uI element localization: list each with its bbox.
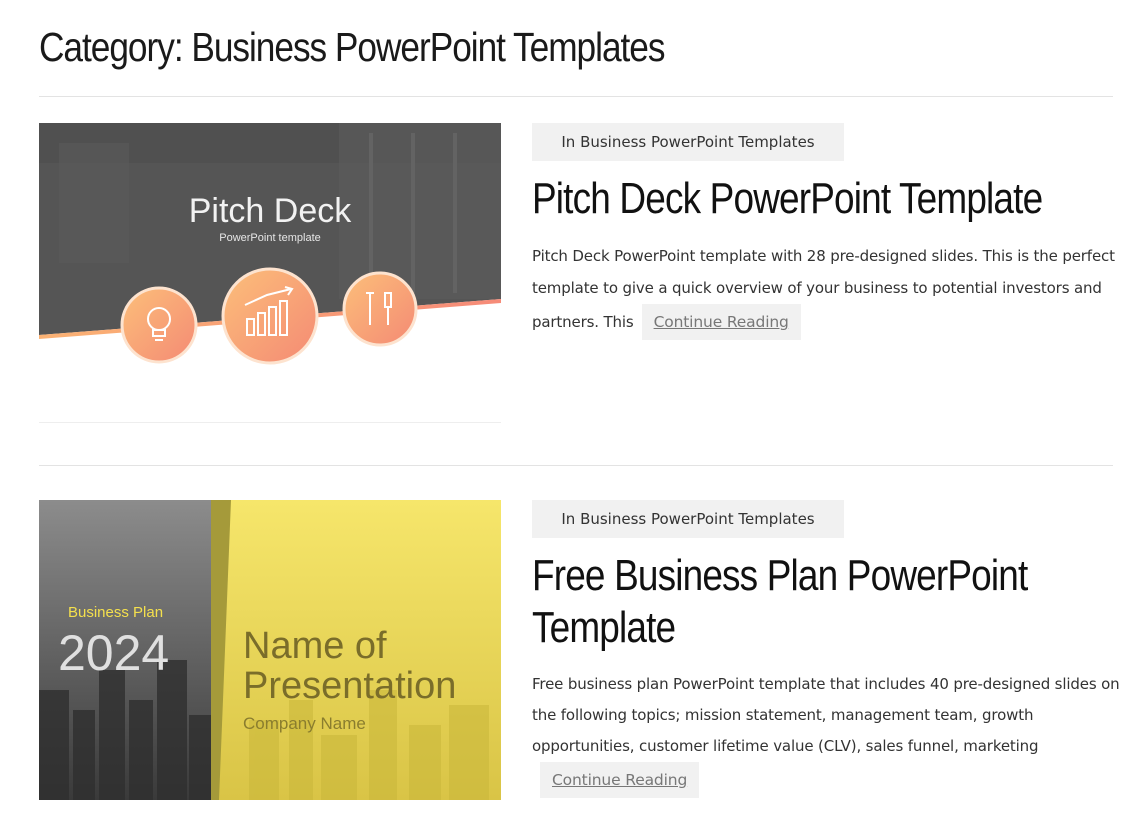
category-badge[interactable]: In Business PowerPoint Templates — [532, 123, 844, 161]
thumbnail-name-line1: Name of — [243, 625, 387, 667]
thumbnail-heading: Pitch Deck — [189, 192, 352, 230]
excerpt-text: Free business plan PowerPoint template t… — [532, 675, 1120, 755]
post-excerpt: Pitch Deck PowerPoint template with 28 p… — [532, 240, 1122, 340]
article-divider — [39, 465, 1113, 466]
pitch-deck-thumbnail[interactable]: Pitch Deck PowerPoint template — [39, 123, 501, 423]
bar-chart-icon — [221, 267, 319, 365]
post-title[interactable]: Free Business Plan PowerPoint Template — [532, 550, 1120, 654]
thumbnail-subheading: PowerPoint template — [219, 232, 321, 244]
business-plan-thumbnail[interactable]: Business Plan 2024 Name of Presentation … — [39, 500, 501, 800]
thumbnail-year: 2024 — [58, 625, 169, 681]
header-divider — [39, 96, 1113, 97]
thumbnail-divider — [39, 422, 501, 423]
tools-icon — [342, 271, 418, 347]
excerpt-text: Pitch Deck PowerPoint template with 28 p… — [532, 247, 1115, 331]
thumbnail-label: Business Plan — [68, 604, 163, 621]
continue-reading-button[interactable]: Continue Reading — [540, 762, 700, 798]
lightbulb-icon — [120, 286, 198, 364]
category-badge[interactable]: In Business PowerPoint Templates — [532, 500, 844, 538]
post-title[interactable]: Pitch Deck PowerPoint Template — [532, 173, 1120, 225]
page-title: Category: Business PowerPoint Templates — [39, 24, 665, 70]
continue-reading-button[interactable]: Continue Reading — [641, 304, 801, 340]
post-excerpt: Free business plan PowerPoint template t… — [532, 669, 1122, 798]
thumbnail-name-line2: Presentation — [243, 665, 456, 707]
thumbnail-company: Company Name — [243, 714, 366, 733]
